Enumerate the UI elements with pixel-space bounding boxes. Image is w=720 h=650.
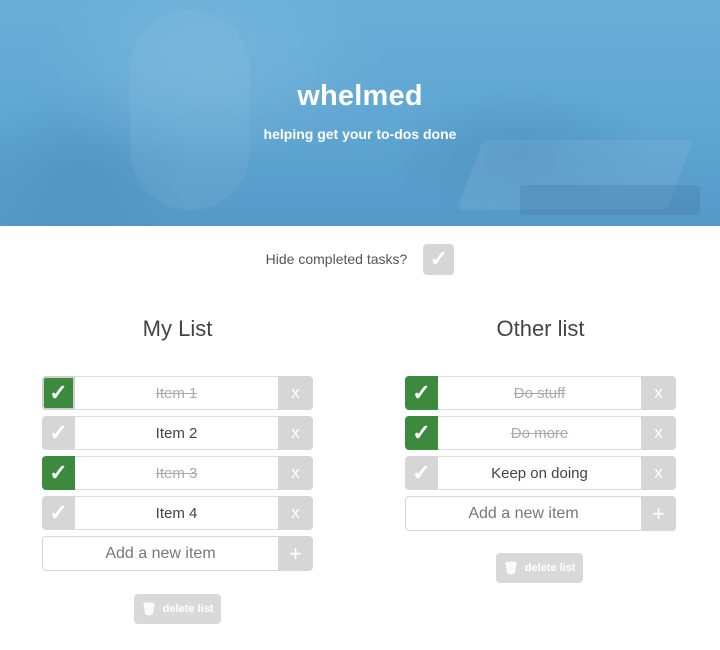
delete-list-button[interactable]: 🗑 delete list: [496, 553, 583, 583]
close-icon: x: [654, 423, 663, 442]
add-item-row: +: [405, 496, 676, 531]
item-checkbox[interactable]: ✓: [405, 376, 438, 410]
item-text[interactable]: Item 4: [75, 496, 278, 530]
plus-icon: +: [289, 540, 302, 566]
close-icon: x: [291, 463, 300, 482]
item-checkbox[interactable]: ✓: [42, 456, 75, 490]
check-icon: ✓: [412, 460, 431, 485]
delete-item-button[interactable]: x: [278, 416, 313, 450]
check-icon: ✓: [49, 380, 68, 405]
check-icon: ✓: [412, 420, 431, 445]
delete-item-button[interactable]: x: [641, 416, 676, 450]
item-text[interactable]: Keep on doing: [438, 456, 641, 490]
list-item: ✓ Do more x: [405, 416, 676, 450]
hero-banner: whelmed helping get your to-dos done: [0, 0, 720, 226]
hide-completed-row: Hide completed tasks? ✓: [0, 243, 720, 275]
todo-list-my-list: My List ✓ Item 1 x ✓ Item 2 x ✓ Item 3 x…: [42, 314, 313, 571]
item-text[interactable]: Item 2: [75, 416, 278, 450]
delete-item-button[interactable]: x: [641, 456, 676, 490]
delete-list-button[interactable]: 🗑 delete list: [134, 594, 221, 624]
add-item-button[interactable]: +: [641, 496, 676, 531]
add-item-input[interactable]: [405, 496, 641, 531]
list-title: My List: [142, 316, 213, 341]
trash-icon: 🗑: [141, 602, 157, 616]
item-checkbox[interactable]: ✓: [405, 416, 438, 450]
item-text[interactable]: Do stuff: [438, 376, 641, 410]
check-icon: ✓: [49, 420, 68, 445]
delete-list-label: delete list: [162, 603, 214, 615]
item-checkbox[interactable]: ✓: [405, 456, 438, 490]
hide-completed-label: Hide completed tasks?: [265, 251, 408, 267]
check-icon: ✓: [49, 460, 68, 485]
item-text[interactable]: Item 3: [75, 456, 278, 490]
list-item: ✓ Keep on doing x: [405, 456, 676, 490]
todo-list-other-list: Other list ✓ Do stuff x ✓ Do more x ✓ Ke…: [405, 314, 676, 531]
item-checkbox[interactable]: ✓: [42, 376, 75, 410]
item-checkbox[interactable]: ✓: [42, 416, 75, 450]
close-icon: x: [291, 503, 300, 522]
list-item: ✓ Item 2 x: [42, 416, 313, 450]
delete-list-label: delete list: [524, 562, 576, 574]
close-icon: x: [654, 463, 663, 482]
list-title: Other list: [496, 316, 585, 341]
close-icon: x: [654, 383, 663, 402]
app-title: whelmed: [297, 80, 423, 112]
add-item-button[interactable]: +: [278, 536, 313, 571]
item-text[interactable]: Do more: [438, 416, 641, 450]
app-subtitle: helping get your to-dos done: [263, 126, 457, 142]
list-item: ✓ Item 4 x: [42, 496, 313, 530]
add-item-input[interactable]: [42, 536, 278, 571]
close-icon: x: [291, 383, 300, 402]
check-icon: ✓: [412, 380, 431, 405]
check-icon: ✓: [429, 246, 449, 271]
plus-icon: +: [652, 500, 665, 526]
delete-item-button[interactable]: x: [278, 456, 313, 490]
item-checkbox[interactable]: ✓: [42, 496, 75, 530]
delete-item-button[interactable]: x: [278, 496, 313, 530]
list-item: ✓ Item 1 x: [42, 376, 313, 410]
delete-item-button[interactable]: x: [278, 376, 313, 410]
hero-background-shape: [520, 185, 700, 215]
close-icon: x: [291, 423, 300, 442]
trash-icon: 🗑: [503, 561, 519, 575]
check-icon: ✓: [49, 500, 68, 525]
item-text[interactable]: Item 1: [75, 376, 278, 410]
delete-item-button[interactable]: x: [641, 376, 676, 410]
list-item: ✓ Item 3 x: [42, 456, 313, 490]
hide-completed-checkbox[interactable]: ✓: [423, 243, 455, 275]
add-item-row: +: [42, 536, 313, 571]
list-item: ✓ Do stuff x: [405, 376, 676, 410]
